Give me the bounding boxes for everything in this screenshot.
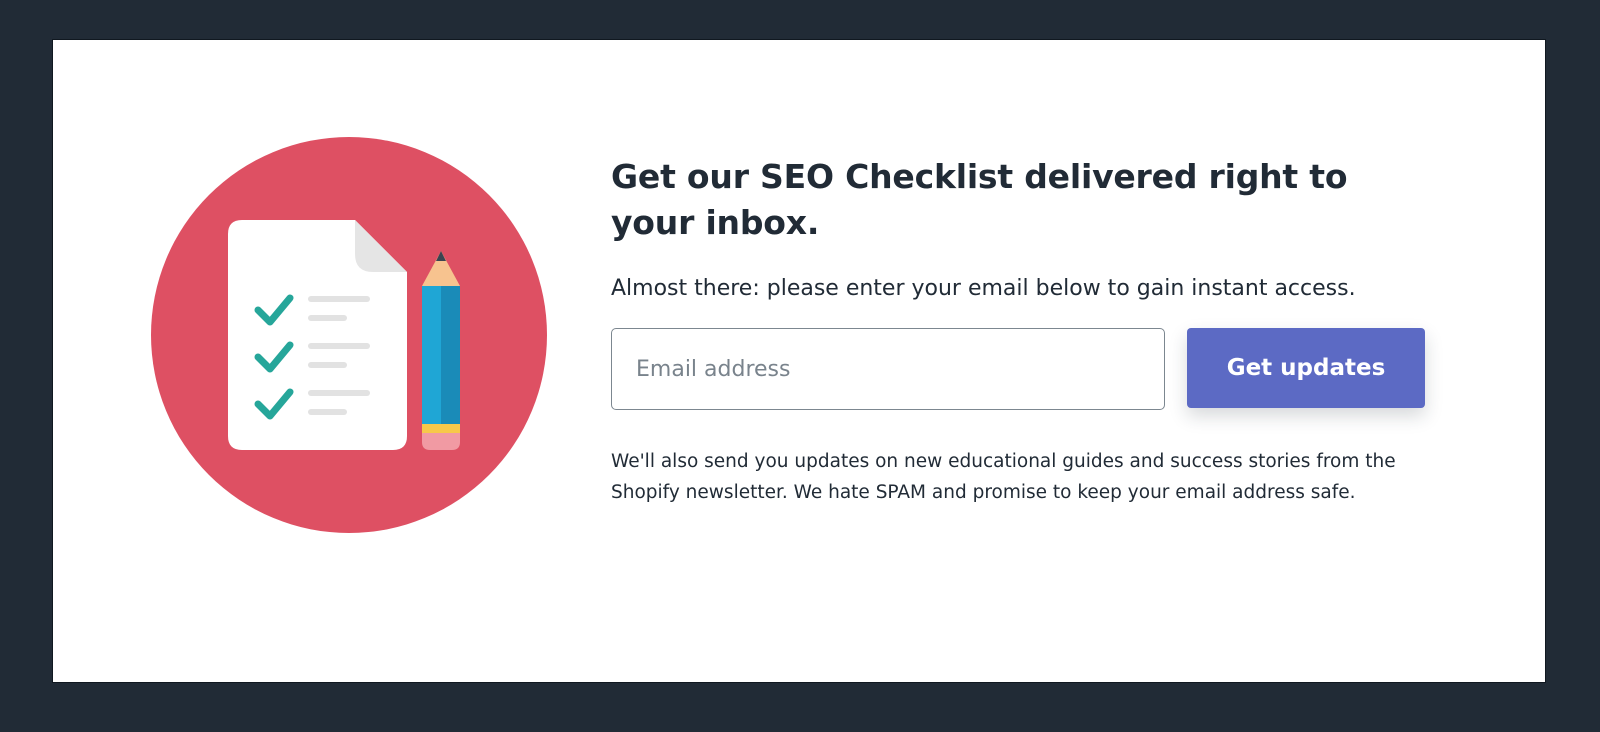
signup-content: Get our SEO Checklist delivered right to… <box>611 154 1431 508</box>
checklist-illustration <box>148 134 550 536</box>
checklist-document-icon <box>228 220 407 450</box>
illustration-svg <box>151 137 547 533</box>
email-signup-form: Get updates <box>611 328 1431 412</box>
pencil-icon <box>422 251 460 450</box>
privacy-disclaimer: We'll also send you updates on new educa… <box>611 451 1396 503</box>
page-title: Get our SEO Checklist delivered right to… <box>611 157 1348 242</box>
email-field[interactable] <box>611 328 1165 410</box>
get-updates-button[interactable]: Get updates <box>1187 328 1425 408</box>
instruction-text: Almost there: please enter your email be… <box>611 276 1356 301</box>
signup-card: Get our SEO Checklist delivered right to… <box>52 39 1546 683</box>
